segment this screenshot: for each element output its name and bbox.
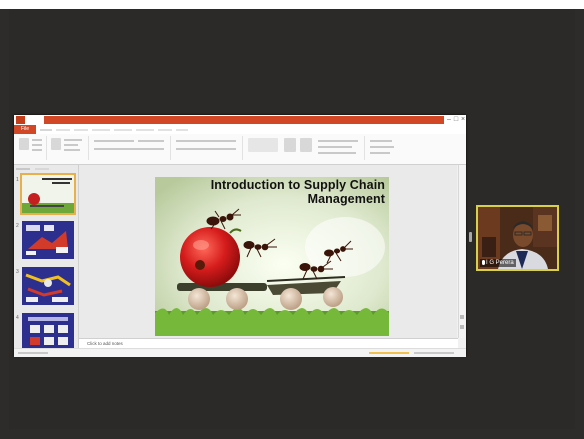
slide-number-4: 4 — [16, 315, 19, 321]
notes-placeholder: Click to add notes — [87, 341, 123, 346]
slide-number-2: 2 — [16, 223, 19, 229]
slide-thumbnail-3-image — [22, 267, 74, 305]
shared-powerpoint-window[interactable]: – □ × File 1 2 3 4 Introduction to Suppl… — [14, 115, 466, 357]
scroll-previous-slide-icon[interactable] — [460, 315, 464, 319]
participant-video-tile[interactable]: I G Perera — [476, 205, 559, 271]
ribbon-tabs: File — [14, 125, 466, 134]
ribbon-group-slides — [48, 136, 89, 160]
slide-number-3: 3 — [16, 269, 19, 275]
ribbon-group-font — [90, 136, 171, 160]
title-bar-accent — [44, 116, 444, 124]
current-slide[interactable]: Introduction to Supply Chain Management — [155, 177, 389, 336]
slide-thumbnail-4-image — [22, 313, 74, 351]
slide-thumbnail-2-image — [22, 221, 74, 259]
scroll-next-slide-icon[interactable] — [460, 325, 464, 329]
slide-number-1: 1 — [16, 177, 19, 183]
paste-icon[interactable] — [19, 138, 29, 150]
ribbon — [14, 134, 466, 165]
slide-thumbnail-2[interactable] — [22, 221, 74, 259]
slide-thumbnail-3[interactable] — [22, 267, 74, 305]
tab-view[interactable] — [176, 129, 188, 131]
status-bar — [14, 348, 466, 357]
slide-editing-area: Introduction to Supply Chain Management — [79, 165, 457, 338]
vertical-scrollbar[interactable] — [458, 165, 465, 338]
ribbon-group-paragraph — [172, 136, 243, 160]
tab-animations[interactable] — [114, 129, 132, 131]
microphone-icon — [482, 259, 485, 265]
tab-home[interactable] — [40, 129, 52, 131]
slide-title: Introduction to Supply Chain Management — [185, 178, 385, 206]
slide-thumbnail-pane: 1 2 3 4 — [14, 165, 79, 351]
pane-tabs[interactable] — [16, 166, 50, 173]
ribbon-group-editing — [366, 136, 406, 160]
ribbon-group-clipboard — [16, 136, 47, 160]
slide-thumbnail-1-image — [22, 175, 74, 213]
slide-title-line-1: Introduction to Supply Chain — [210, 178, 385, 192]
tab-design[interactable] — [74, 129, 88, 131]
tab-slide-show[interactable] — [136, 129, 154, 131]
slide-title-line-2: Management — [307, 192, 385, 206]
powerpoint-app-icon — [16, 116, 25, 124]
slide-thumbnail-1[interactable] — [20, 173, 76, 215]
new-slide-icon[interactable] — [51, 138, 61, 150]
title-bar: – □ × — [14, 115, 466, 125]
slide-thumbnail-4[interactable] — [22, 313, 74, 351]
tab-file[interactable]: File — [14, 125, 36, 134]
view-buttons[interactable] — [369, 352, 409, 354]
ribbon-group-drawing — [244, 136, 365, 160]
tab-review[interactable] — [158, 129, 172, 131]
close-icon[interactable]: × — [459, 115, 467, 125]
tab-transitions[interactable] — [92, 129, 110, 131]
participant-name-text: I G Perera — [486, 260, 514, 266]
participant-name: I G Perera — [480, 259, 516, 267]
panel-resize-handle[interactable] — [469, 232, 472, 242]
top-band — [0, 0, 584, 9]
zoom-slider[interactable] — [414, 352, 454, 354]
tab-insert[interactable] — [56, 129, 70, 131]
